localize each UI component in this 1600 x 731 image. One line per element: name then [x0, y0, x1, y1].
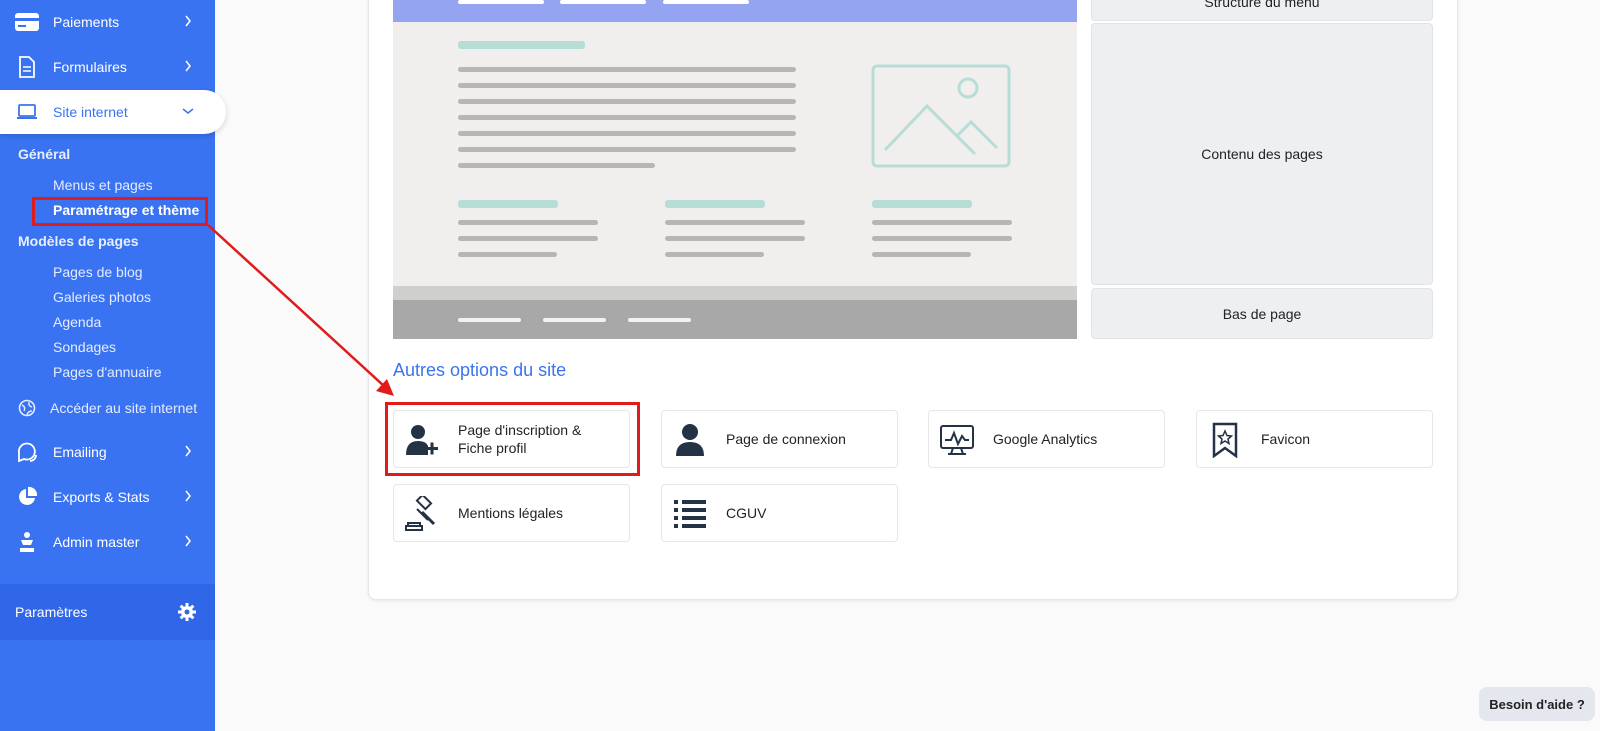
bookmark-star-icon [1207, 422, 1243, 458]
chat-bubbles-icon [14, 440, 40, 464]
card-icon [14, 10, 40, 34]
sidebar-item-admin-master[interactable]: Admin master [0, 520, 215, 564]
option-label: Mentions légales [458, 505, 564, 521]
option-label: CGUV [726, 505, 767, 521]
admin-icon [14, 530, 40, 554]
globe-icon [16, 397, 38, 419]
sidebar-link-galeries-photos[interactable]: Galeries photos [53, 289, 151, 305]
website-preview [393, 0, 1077, 339]
access-website-link[interactable]: Accéder au site internet [16, 397, 197, 419]
section-title-autres-options: Autres options du site [393, 360, 567, 380]
chevron-right-icon [181, 14, 195, 28]
chevron-right-icon [181, 59, 195, 73]
settings-label: Paramètres [15, 604, 88, 620]
help-button[interactable]: Besoin d'aide ? [1479, 687, 1595, 721]
chevron-right-icon [181, 444, 195, 458]
settings-button[interactable]: Paramètres [0, 584, 215, 640]
tile-contenu-pages[interactable]: Contenu des pages [1091, 23, 1433, 285]
option-label: Google Analytics [993, 431, 1098, 447]
preview-header [393, 0, 1077, 22]
sidebar-link-parametrage-theme[interactable]: Paramétrage et thème [53, 202, 199, 218]
option-google-analytics[interactable]: Google Analytics [928, 410, 1165, 468]
option-cguv[interactable]: CGUV [661, 484, 898, 542]
sidebar-link-pages-annuaire[interactable]: Pages d'annuaire [53, 364, 162, 380]
chevron-right-icon [181, 534, 195, 548]
option-label: Page d'inscription & Fiche profil [458, 422, 582, 456]
sidebar-item-label: Admin master [53, 534, 140, 550]
tile-label: Structure du menu [1204, 0, 1320, 10]
sidebar-link-agenda[interactable]: Agenda [53, 314, 101, 330]
option-favicon[interactable]: Favicon [1196, 410, 1433, 468]
image-placeholder-icon [871, 64, 1011, 168]
tile-bas-de-page[interactable]: Bas de page [1091, 288, 1433, 339]
sidebar-link-menus-pages[interactable]: Menus et pages [53, 177, 153, 193]
sidebar-item-exports-stats[interactable]: Exports & Stats [0, 475, 215, 519]
pie-chart-icon [14, 485, 40, 509]
list-icon [672, 496, 708, 532]
user-add-icon [404, 422, 440, 458]
sidebar-item-label: Emailing [53, 444, 107, 460]
document-icon [14, 55, 40, 79]
tile-label: Bas de page [1222, 305, 1302, 322]
tile-structure-menu[interactable]: Structure du menu [1091, 0, 1433, 21]
section-heading-modeles: Modèles de pages [18, 233, 139, 249]
option-page-inscription[interactable]: Page d'inscription & Fiche profil [393, 410, 630, 468]
sidebar-item-label: Paiements [53, 14, 120, 30]
sidebar-link-pages-blog[interactable]: Pages de blog [53, 264, 143, 280]
sidebar-item-emailing[interactable]: Emailing [0, 430, 215, 474]
gear-icon [177, 602, 197, 622]
sidebar-item-site-internet[interactable]: Site internet [0, 90, 226, 134]
chevron-down-icon [181, 104, 195, 118]
user-icon [672, 422, 708, 458]
gavel-icon [404, 496, 440, 532]
preview-prefooter [393, 286, 1077, 300]
sidebar-item-label: Exports & Stats [53, 489, 150, 505]
sidebar: Paiements Formulaires Site internet Géné… [0, 0, 226, 731]
option-label: Favicon [1261, 431, 1311, 447]
option-mentions-legales[interactable]: Mentions légales [393, 484, 630, 542]
sidebar-item-formulaires[interactable]: Formulaires [0, 45, 215, 89]
analytics-monitor-icon [939, 422, 975, 458]
sidebar-item-paiements[interactable]: Paiements [0, 0, 215, 44]
option-label: Page de connexion [726, 431, 846, 447]
tile-label: Contenu des pages [1201, 146, 1323, 162]
chevron-right-icon [181, 489, 195, 503]
access-website-label: Accéder au site internet [50, 400, 198, 416]
sidebar-item-label: Formulaires [53, 59, 127, 75]
option-page-connexion[interactable]: Page de connexion [661, 410, 898, 468]
section-heading-general: Général [18, 146, 71, 162]
laptop-icon [14, 100, 40, 124]
sidebar-link-sondages[interactable]: Sondages [53, 339, 116, 355]
sidebar-item-label: Site internet [53, 104, 128, 120]
